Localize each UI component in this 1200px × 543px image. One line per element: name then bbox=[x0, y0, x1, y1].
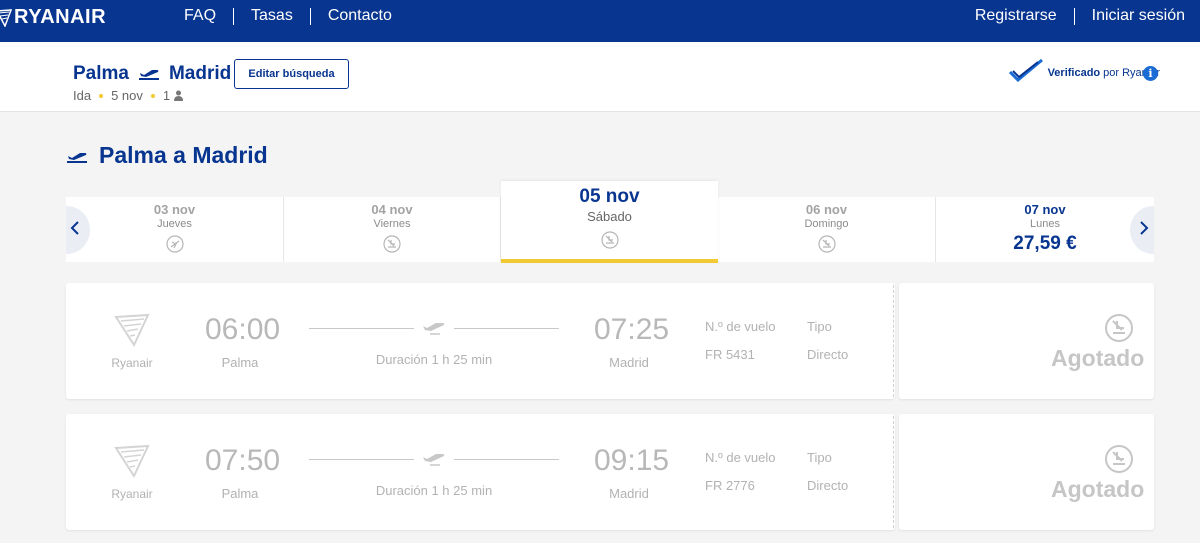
chevron-right-icon bbox=[1139, 220, 1149, 241]
date-price: 27,59 € bbox=[1013, 233, 1077, 254]
flight-card: Ryanair 06:00 Palma Duración 1 h 25 min … bbox=[66, 283, 1154, 399]
route-summary: Palma Madrid bbox=[73, 63, 231, 85]
plane-landing-icon bbox=[284, 235, 500, 253]
arrival-city: Madrid bbox=[609, 355, 649, 370]
nav-divider bbox=[1073, 7, 1075, 25]
checkmark-icon bbox=[1008, 58, 1044, 87]
route-line bbox=[309, 328, 414, 329]
plane-icon bbox=[422, 321, 446, 340]
plane-landing-icon bbox=[718, 235, 935, 253]
flight-number-label: N.º de vuelo bbox=[705, 450, 776, 465]
date-option[interactable]: 06 nov Domingo bbox=[718, 197, 936, 262]
travel-date: 5 nov bbox=[111, 88, 143, 103]
ryanair-harp-icon bbox=[114, 313, 150, 352]
origin-city: Palma bbox=[73, 63, 129, 84]
ryanair-harp-icon bbox=[0, 8, 12, 27]
nav-faq-link[interactable]: FAQ bbox=[184, 7, 216, 25]
flight-type-label: Tipo bbox=[807, 450, 832, 465]
route-line bbox=[309, 459, 414, 460]
plane-icon bbox=[66, 148, 88, 164]
nav-divider bbox=[233, 7, 235, 25]
sold-out-label: Agotado bbox=[1051, 345, 1145, 371]
card-divider bbox=[893, 285, 894, 397]
departure-time: 07:50 bbox=[205, 444, 281, 477]
login-link[interactable]: Iniciar sesión bbox=[1092, 7, 1185, 25]
info-icon[interactable]: i bbox=[1143, 66, 1158, 81]
route-line bbox=[454, 328, 559, 329]
plane-landing-icon bbox=[501, 231, 718, 249]
search-summary: Palma Madrid Ida 5 nov 1 Editar búsqueda bbox=[0, 42, 1200, 112]
departure-time: 06:00 bbox=[205, 313, 281, 346]
previous-dates-button[interactable] bbox=[66, 206, 90, 254]
verified-label: Verificado bbox=[1047, 66, 1101, 79]
arrival-time: 09:15 bbox=[594, 444, 670, 477]
date-option-selected[interactable]: 05 nov Sábado bbox=[501, 181, 718, 263]
main-nav: FAQ Tasas Contacto bbox=[184, 7, 392, 25]
account-nav: Registrarse Iniciar sesión bbox=[975, 7, 1185, 25]
weekday-label: Jueves bbox=[157, 218, 192, 230]
meta-separator bbox=[99, 93, 104, 98]
logo-text: RYANAIR bbox=[14, 6, 107, 28]
airline-name: Ryanair bbox=[111, 487, 153, 501]
arrival-time: 07:25 bbox=[594, 313, 670, 346]
verified-badge: Verificado por Ryanair bbox=[1008, 58, 1160, 87]
person-icon bbox=[173, 90, 184, 101]
section-title: Palma a Madrid bbox=[66, 142, 268, 169]
flight-details: Ryanair 07:50 Palma Duración 1 h 25 min … bbox=[66, 414, 895, 530]
next-dates-button[interactable] bbox=[1130, 206, 1154, 254]
flight-card: Ryanair 07:50 Palma Duración 1 h 25 min … bbox=[66, 414, 1154, 530]
sold-out-label: Agotado bbox=[1051, 476, 1145, 502]
nav-tasas-link[interactable]: Tasas bbox=[251, 7, 293, 25]
flight-details: Ryanair 06:00 Palma Duración 1 h 25 min … bbox=[66, 283, 895, 399]
airline-name: Ryanair bbox=[111, 356, 153, 370]
flight-type-label: Tipo bbox=[807, 319, 832, 334]
date-option[interactable]: 07 nov Lunes 27,59 € bbox=[936, 197, 1154, 262]
flight-number-label: N.º de vuelo bbox=[705, 319, 776, 334]
weekday-label: Lunes bbox=[1030, 218, 1060, 230]
weekday-label: Sábado bbox=[587, 209, 632, 224]
destination-city: Madrid bbox=[168, 63, 232, 84]
section-title-text: Palma a Madrid bbox=[99, 142, 268, 168]
date-label: 07 nov bbox=[1024, 202, 1066, 217]
date-label: 04 nov bbox=[371, 202, 413, 217]
route-line bbox=[454, 459, 559, 460]
trip-type: Ida bbox=[73, 88, 92, 103]
weekday-label: Viernes bbox=[373, 218, 411, 230]
chevron-left-icon bbox=[70, 220, 80, 241]
meta-separator bbox=[150, 93, 155, 98]
date-option[interactable]: 03 nov Jueves bbox=[66, 197, 284, 262]
departure-city: Palma bbox=[221, 486, 259, 501]
flight-number: FR 2776 bbox=[705, 478, 755, 493]
search-meta: Ida 5 nov 1 bbox=[73, 88, 184, 103]
plane-icon bbox=[138, 66, 160, 82]
ryanair-harp-icon bbox=[114, 444, 150, 483]
plane-landing-icon bbox=[1104, 444, 1134, 479]
edit-search-button[interactable]: Editar búsqueda bbox=[234, 59, 349, 89]
plane-landing-icon bbox=[1104, 313, 1134, 348]
top-navbar: RYANAIR FAQ Tasas Contacto Registrarse I… bbox=[0, 0, 1200, 42]
date-label: 03 nov bbox=[153, 202, 196, 217]
plane-icon bbox=[422, 452, 446, 471]
flight-type: Directo bbox=[807, 347, 849, 362]
nav-divider bbox=[309, 7, 311, 25]
card-divider bbox=[893, 416, 894, 528]
date-label: 06 nov bbox=[805, 202, 848, 217]
flight-duration: Duración 1 h 25 min bbox=[375, 352, 493, 367]
nav-contacto-link[interactable]: Contacto bbox=[328, 7, 392, 25]
plane-off-icon bbox=[66, 235, 283, 253]
arrival-city: Madrid bbox=[609, 486, 649, 501]
register-link[interactable]: Registrarse bbox=[975, 7, 1057, 25]
date-option[interactable]: 04 nov Viernes bbox=[284, 197, 501, 262]
departure-city: Palma bbox=[221, 355, 259, 370]
passenger-count: 1 bbox=[162, 88, 171, 103]
weekday-label: Domingo bbox=[804, 218, 849, 230]
flight-number: FR 5431 bbox=[705, 347, 755, 362]
flight-type: Directo bbox=[807, 478, 849, 493]
ryanair-logo[interactable]: RYANAIR bbox=[0, 6, 106, 29]
flight-duration: Duración 1 h 25 min bbox=[375, 483, 493, 498]
date-label: 05 nov bbox=[579, 186, 640, 207]
